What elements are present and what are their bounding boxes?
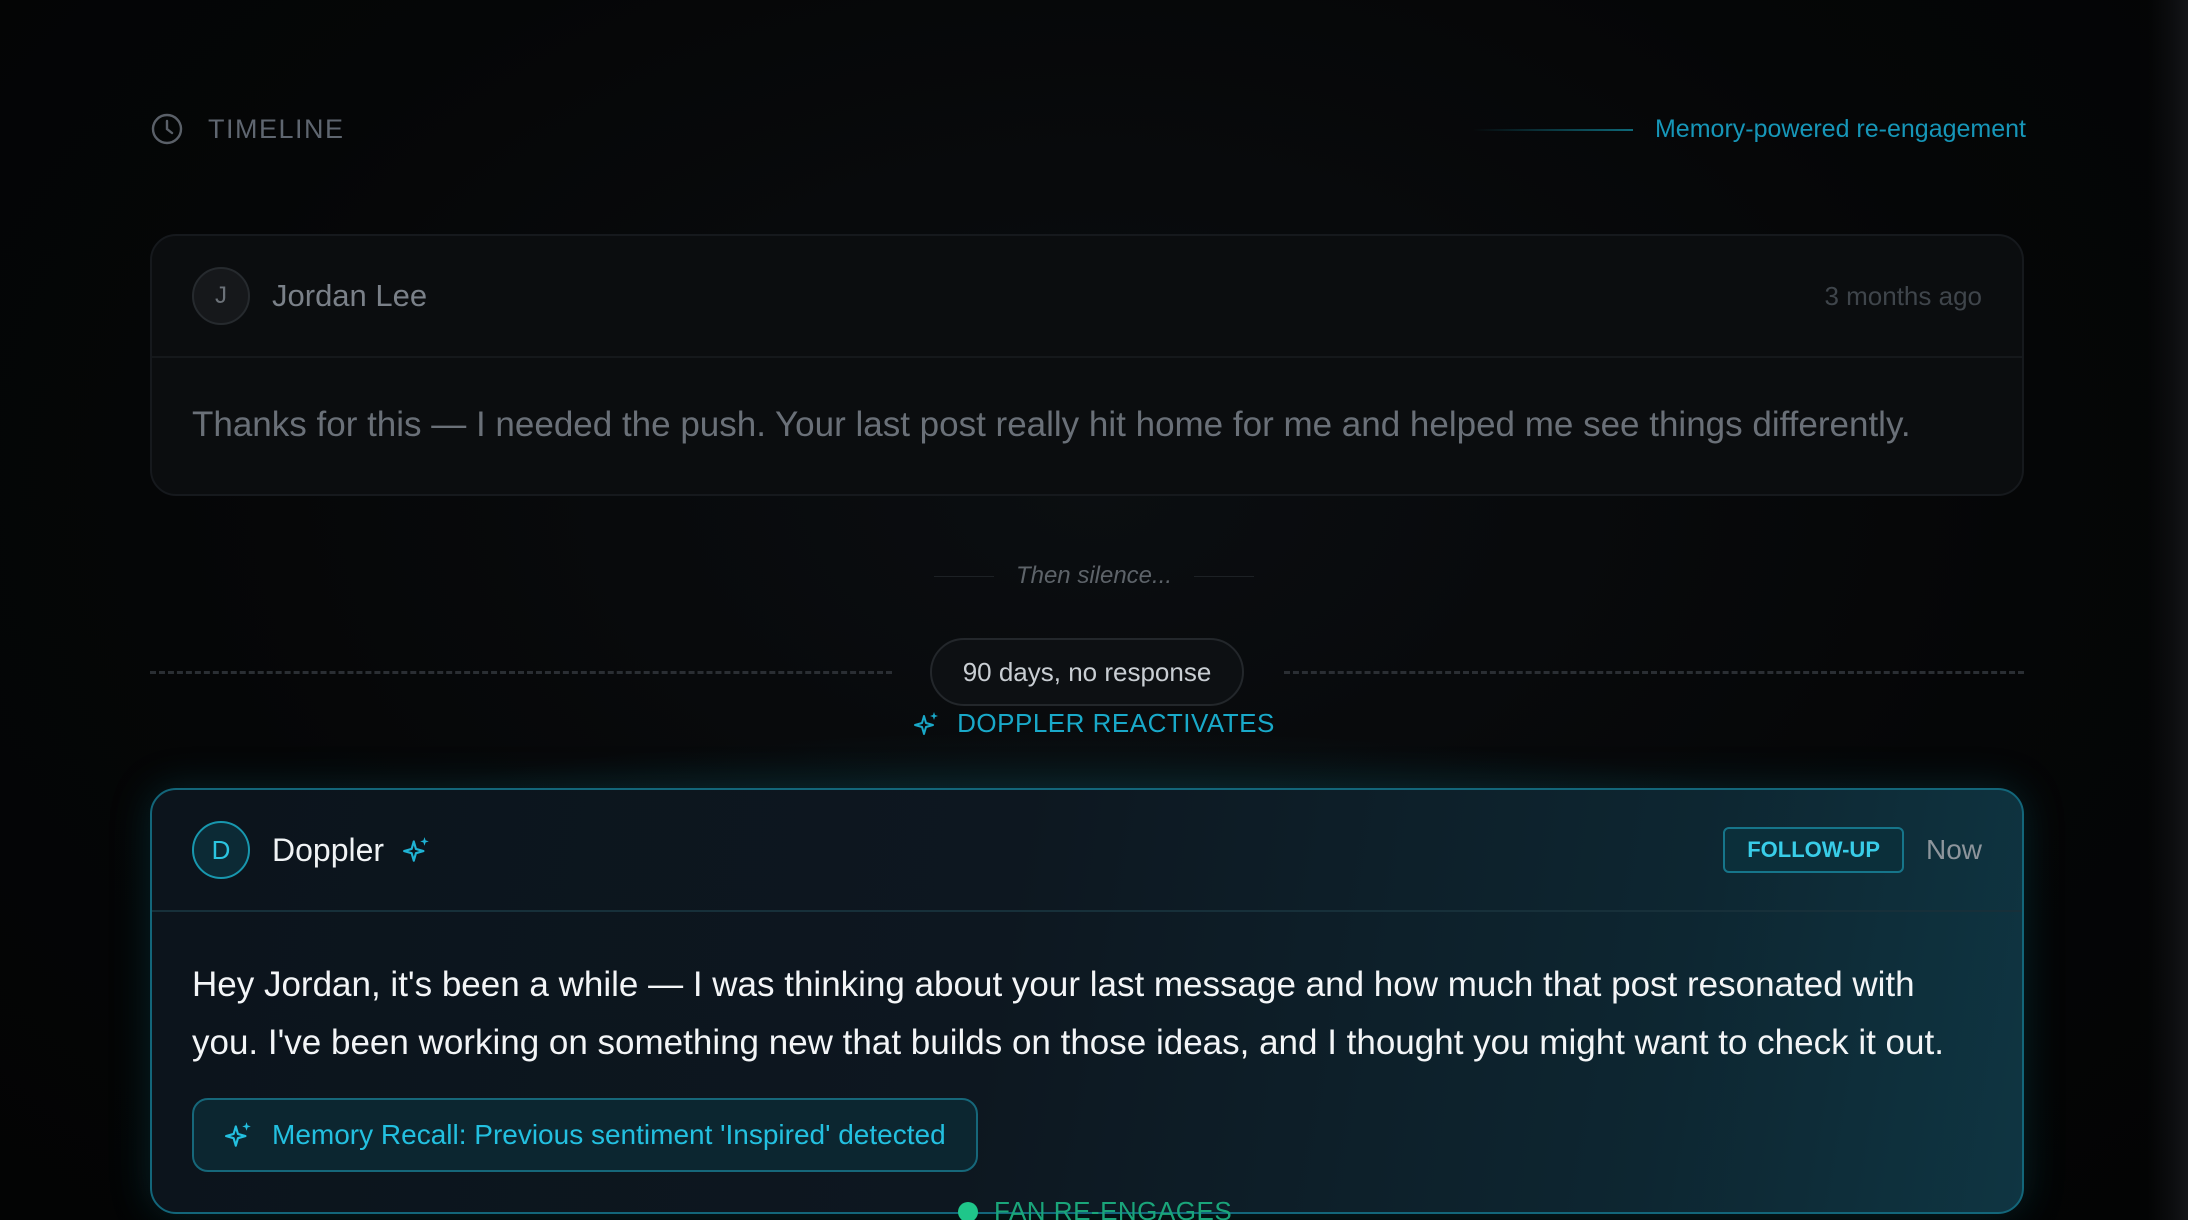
past-message-card: J Jordan Lee 3 months ago Thanks for thi… bbox=[150, 234, 2024, 496]
dashed-line-right bbox=[1284, 671, 2024, 674]
silence-caption: Then silence... bbox=[1015, 562, 1173, 589]
dashed-line-left bbox=[150, 671, 892, 674]
message-timestamp: 3 months ago bbox=[1824, 280, 1982, 311]
followup-badge: FOLLOW-UP bbox=[1723, 827, 1904, 873]
followup-message-text: Hey Jordan, it's been a while — I was th… bbox=[192, 965, 1944, 1062]
timeline-title: TIMELINE bbox=[208, 113, 345, 144]
sparkle-icon bbox=[914, 711, 939, 735]
message-timestamp: Now bbox=[1925, 834, 1982, 865]
avatar: D bbox=[192, 821, 250, 879]
fan-reengages-label: FAN RE-ENGAGES bbox=[958, 1196, 1232, 1220]
reactivation-text: DOPPLER REACTIVATES bbox=[957, 708, 1275, 738]
silence-divider: Then silence... bbox=[0, 562, 2188, 590]
sender-name: Doppler bbox=[272, 831, 385, 868]
past-message-header: J Jordan Lee 3 months ago bbox=[152, 236, 2022, 358]
window-edge bbox=[2148, 0, 2188, 1220]
reactivation-label: DOPPLER REACTIVATES bbox=[0, 708, 2188, 739]
followup-message-header: D Doppler FOLLOW-UP Now bbox=[152, 790, 2022, 912]
header-tagline-group: Memory-powered re-engagement bbox=[1472, 115, 2026, 144]
sparkle-icon bbox=[403, 837, 429, 862]
followup-message-card: D Doppler FOLLOW-UP Now Hey Jordan, it's… bbox=[150, 788, 2024, 1214]
memory-recall-text: Memory Recall: Previous sentiment 'Inspi… bbox=[272, 1119, 946, 1150]
fan-reengages-text: FAN RE-ENGAGES bbox=[994, 1196, 1233, 1220]
memory-recall-chip[interactable]: Memory Recall: Previous sentiment 'Inspi… bbox=[192, 1098, 978, 1172]
clock-icon bbox=[151, 113, 183, 145]
tagline-divider bbox=[1472, 128, 1633, 131]
divider-line bbox=[1194, 575, 1255, 577]
past-message-text: Thanks for this — I needed the push. You… bbox=[192, 405, 1911, 444]
timeline-header: TIMELINE bbox=[150, 112, 345, 146]
avatar: J bbox=[192, 267, 250, 325]
divider-line bbox=[933, 575, 994, 577]
sender-name: Jordan Lee bbox=[272, 278, 428, 313]
sparkle-icon bbox=[225, 1122, 251, 1147]
status-dot bbox=[958, 1201, 978, 1220]
timeline-page: TIMELINE Memory-powered re-engagement J … bbox=[0, 0, 2188, 1220]
header-tagline: Memory-powered re-engagement bbox=[1654, 115, 2026, 143]
gap-duration-pill: 90 days, no response bbox=[930, 638, 1244, 706]
